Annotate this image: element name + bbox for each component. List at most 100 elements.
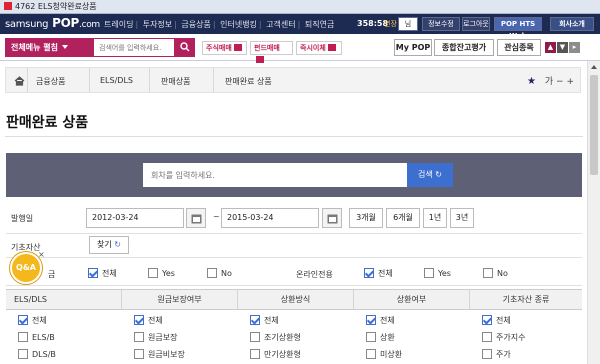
- date-to-field[interactable]: 2015-03-24: [221, 208, 319, 228]
- watchlist-button[interactable]: 관심종목: [497, 39, 541, 56]
- user-name: 님: [398, 17, 418, 31]
- period-6m-button[interactable]: 6개월: [386, 208, 420, 228]
- date-range-separator: ~: [213, 212, 220, 221]
- site-search-button[interactable]: [175, 38, 195, 57]
- row3-yes-option[interactable]: Yes: [148, 268, 175, 278]
- period-3y-button[interactable]: 3년: [450, 208, 474, 228]
- font-larger-button[interactable]: +: [566, 77, 574, 87]
- checkbox[interactable]: [483, 268, 493, 278]
- breadcrumb-item-els-dls[interactable]: ELS/DLS: [100, 76, 133, 85]
- asset-type-options: 전체 주가지수 주가: [482, 312, 525, 364]
- company-intro-button[interactable]: 회사소개: [550, 17, 594, 31]
- star-icon[interactable]: ★: [527, 76, 536, 87]
- logout-button[interactable]: 로그아웃: [462, 17, 490, 31]
- font-smaller-button[interactable]: −: [556, 77, 564, 87]
- scroll-down-button[interactable]: ▼: [557, 42, 568, 53]
- my-pop-button[interactable]: My POP: [394, 39, 432, 56]
- site-search-input[interactable]: [93, 38, 175, 57]
- page-scrollbar[interactable]: [587, 61, 600, 364]
- period-3m-button[interactable]: 3개월: [349, 208, 383, 228]
- topmenu-internet-banking[interactable]: 인터넷뱅킹: [220, 20, 257, 29]
- redeemed-option[interactable]: 상환: [366, 329, 402, 346]
- window-titlebar: 4762 ELS청약완료상품: [0, 0, 600, 14]
- els-dls-options: 전체 ELS/B DLS/B: [18, 312, 56, 364]
- date-to-calendar-button[interactable]: [322, 208, 342, 228]
- issue-date-label: 발행일: [11, 214, 34, 223]
- header-els-dls: ELS/DLS: [6, 290, 122, 309]
- breadcrumb: 금융상품 ELS/DLS 판매상품 판매완료 상품 ★ 가 − +: [5, 67, 581, 93]
- issue-date-row: 발행일 2012-03-24 ~ 2015-03-24 3개월 6개월 1년 3…: [6, 203, 582, 234]
- principal-guaranteed-option[interactable]: 원금보장: [134, 329, 185, 346]
- topmenu-trading[interactable]: 트레이딩: [104, 20, 133, 29]
- not-redeemed-option[interactable]: 미상환: [366, 346, 402, 363]
- round-search-button[interactable]: 검색 ↻: [407, 163, 453, 187]
- topmenu-invest-info[interactable]: 투자정보: [143, 20, 172, 29]
- asset-type-all-option[interactable]: 전체: [482, 312, 525, 329]
- app-icon: [4, 2, 12, 10]
- principal-options: 전체 원금보장 원금비보장: [134, 312, 185, 364]
- quick-stock-trade[interactable]: 주식매매: [202, 41, 247, 55]
- all-menu-button[interactable]: 전체메뉴 펼침: [5, 38, 93, 57]
- search-icon: [180, 42, 190, 52]
- checkbox-checked[interactable]: [364, 268, 374, 278]
- close-icon[interactable]: ×: [38, 250, 45, 259]
- early-redemption-option[interactable]: 조기상환형: [250, 329, 301, 346]
- principal-not-guaranteed-option[interactable]: 원금비보장: [134, 346, 185, 363]
- checkbox[interactable]: [207, 268, 217, 278]
- trade-icon: [233, 44, 242, 51]
- header-redemption-status: 상환여부: [354, 290, 470, 309]
- find-underlying-button[interactable]: 찾기 ↻: [89, 236, 129, 254]
- header-redemption-type: 상환방식: [238, 290, 354, 309]
- topmenu-pension[interactable]: 퇴직연금: [305, 20, 334, 29]
- view-tools: ★ 가 − +: [527, 74, 574, 87]
- breadcrumb-item-sale-products[interactable]: 판매상품: [161, 76, 190, 87]
- redemption-type-all-option[interactable]: 전체: [250, 312, 301, 329]
- row3-all-option[interactable]: 전체: [88, 268, 117, 279]
- breadcrumb-item-completed: 판매완료 상품: [225, 77, 272, 86]
- scroll-thumb[interactable]: [590, 75, 598, 175]
- scroll-up-button[interactable]: ▲: [545, 42, 556, 53]
- els-b-option[interactable]: ELS/B: [18, 329, 56, 346]
- scroll-up-arrow-icon[interactable]: [591, 65, 597, 69]
- date-from-field[interactable]: 2012-03-24: [86, 208, 184, 228]
- maturity-redemption-option[interactable]: 만기상환형: [250, 346, 301, 363]
- filter-grid-header: ELS/DLS 원금보장여부 상환방식 상환여부 기초자산 종류: [6, 289, 582, 310]
- redemption-status-all-option[interactable]: 전체: [366, 312, 402, 329]
- refresh-icon: ↻: [114, 240, 121, 249]
- samsung-pop-logo[interactable]: samsung POP.com: [5, 16, 100, 30]
- divider: [5, 136, 583, 137]
- expand-button[interactable]: ▸: [569, 42, 580, 53]
- menu-bar: 전체메뉴 펼침 주식매매 펀드매매 즉시이체 My POP 종합잔고평가 관심종…: [0, 34, 600, 63]
- stock-option[interactable]: 주가: [482, 346, 525, 363]
- extend-session-link[interactable]: 연장: [384, 19, 397, 29]
- breadcrumb-item-financial-products[interactable]: 금융상품: [36, 76, 65, 87]
- transfer-icon: [327, 44, 336, 51]
- topmenu-customer-center[interactable]: 고객센터: [266, 20, 295, 29]
- font-size-label: 가: [544, 77, 554, 87]
- online-all-option[interactable]: 전체: [364, 268, 393, 279]
- checkbox[interactable]: [424, 268, 434, 278]
- edit-info-button[interactable]: 정보수정: [422, 17, 460, 31]
- quick-fund-trade[interactable]: 펀드매매: [250, 41, 293, 63]
- online-no-option[interactable]: No: [483, 268, 508, 278]
- online-yes-option[interactable]: Yes: [424, 268, 451, 278]
- row3-no-option[interactable]: No: [207, 268, 232, 278]
- underlying-row: 기초자산 찾기 ↻: [6, 234, 582, 258]
- checkbox[interactable]: [148, 268, 158, 278]
- quick-transfer[interactable]: 즉시이체: [296, 41, 342, 55]
- els-all-option[interactable]: 전체: [18, 312, 56, 329]
- top-navigation: samsung POP.com 트레이딩 | 투자정보 | 금융상품 | 인터넷뱅킹 |…: [0, 14, 600, 40]
- round-search-input[interactable]: [143, 163, 407, 187]
- period-1y-button[interactable]: 1년: [423, 208, 447, 228]
- principal-all-option[interactable]: 전체: [134, 312, 185, 329]
- topmenu-financial-products[interactable]: 금융상품: [181, 20, 210, 29]
- row3-label: 금: [48, 270, 56, 279]
- refresh-icon: ↻: [435, 170, 442, 179]
- round-search-panel: 검색 ↻: [6, 153, 582, 197]
- stock-index-option[interactable]: 주가지수: [482, 329, 525, 346]
- checkbox-checked[interactable]: [88, 268, 98, 278]
- balance-eval-button[interactable]: 종합잔고평가: [434, 39, 494, 56]
- pop-hts-web-button[interactable]: POP HTS Web: [494, 17, 542, 40]
- dls-b-option[interactable]: DLS/B: [18, 346, 56, 363]
- date-from-calendar-button[interactable]: [186, 208, 206, 228]
